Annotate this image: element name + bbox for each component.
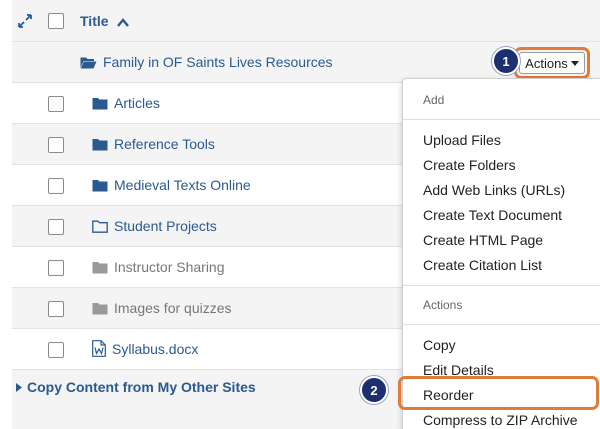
step-badge-2: 2 [360,376,388,404]
menu-divider [403,285,600,286]
parent-folder-name: Family in OF Saints Lives Resources [103,54,333,70]
menu-item-create-text-document[interactable]: Create Text Document [423,207,562,223]
menu-divider [403,119,600,120]
folder-name: Medieval Texts Online [114,177,251,193]
menu-item-create-html-page[interactable]: Create HTML Page [423,232,543,248]
folder-link-instructor-sharing[interactable]: Instructor Sharing [92,259,225,275]
caret-right-icon [16,382,22,392]
folder-name: Articles [114,95,160,111]
row-checkbox[interactable] [48,219,64,235]
folder-icon [92,261,108,273]
menu-item-add-web-links[interactable]: Add Web Links (URLs) [423,182,565,198]
word-document-icon [92,340,106,357]
menu-divider [403,324,600,325]
menu-item-create-folders[interactable]: Create Folders [423,157,516,173]
actions-button-label: Actions [525,55,568,71]
title-column-header[interactable]: Title [80,13,130,29]
folder-icon [92,138,108,150]
folder-open-icon [80,57,97,68]
actions-button[interactable]: Actions [519,52,585,74]
menu-item-copy[interactable]: Copy [423,337,456,353]
reorder-highlight [398,376,599,410]
menu-section-actions: Actions [423,298,463,312]
folder-name: Reference Tools [114,136,215,152]
menu-item-compress-zip[interactable]: Compress to ZIP Archive [423,412,578,428]
parent-folder-link[interactable]: Family in OF Saints Lives Resources [80,54,333,70]
row-checkbox[interactable] [48,137,64,153]
folder-link-reference-tools[interactable]: Reference Tools [92,136,215,152]
row-checkbox[interactable] [48,178,64,194]
copy-content-label: Copy Content from My Other Sites [27,379,256,395]
folder-link-student-projects[interactable]: Student Projects [92,218,217,234]
row-checkbox[interactable] [48,301,64,317]
caret-down-icon [570,60,579,66]
folder-name: Student Projects [114,218,217,234]
folder-icon [92,302,108,314]
step-badge-1: 1 [492,47,520,75]
folder-link-images-for-quizzes[interactable]: Images for quizzes [92,300,232,316]
folder-link-medieval-texts[interactable]: Medieval Texts Online [92,177,251,193]
folder-link-articles[interactable]: Articles [92,95,160,111]
menu-item-create-citation-list[interactable]: Create Citation List [423,257,542,273]
folder-name: Images for quizzes [114,300,232,316]
select-all-checkbox[interactable] [48,13,64,29]
sort-ascending-icon [117,17,130,27]
table-header: Title [12,0,600,41]
file-name: Syllabus.docx [112,340,199,357]
title-column-label: Title [80,13,109,29]
folder-icon [92,179,108,191]
actions-button-highlight: Actions [514,47,590,79]
menu-item-upload-files[interactable]: Upload Files [423,132,501,148]
row-checkbox[interactable] [48,96,64,112]
folder-icon [92,97,108,109]
expand-all-icon[interactable] [18,14,32,28]
folder-outline-icon [92,220,108,233]
row-checkbox[interactable] [48,342,64,358]
copy-content-toggle[interactable]: Copy Content from My Other Sites [16,379,256,395]
row-checkbox[interactable] [48,260,64,276]
folder-name: Instructor Sharing [114,259,225,275]
menu-section-add: Add [423,93,445,107]
file-link-syllabus[interactable]: Syllabus.docx [92,340,198,357]
